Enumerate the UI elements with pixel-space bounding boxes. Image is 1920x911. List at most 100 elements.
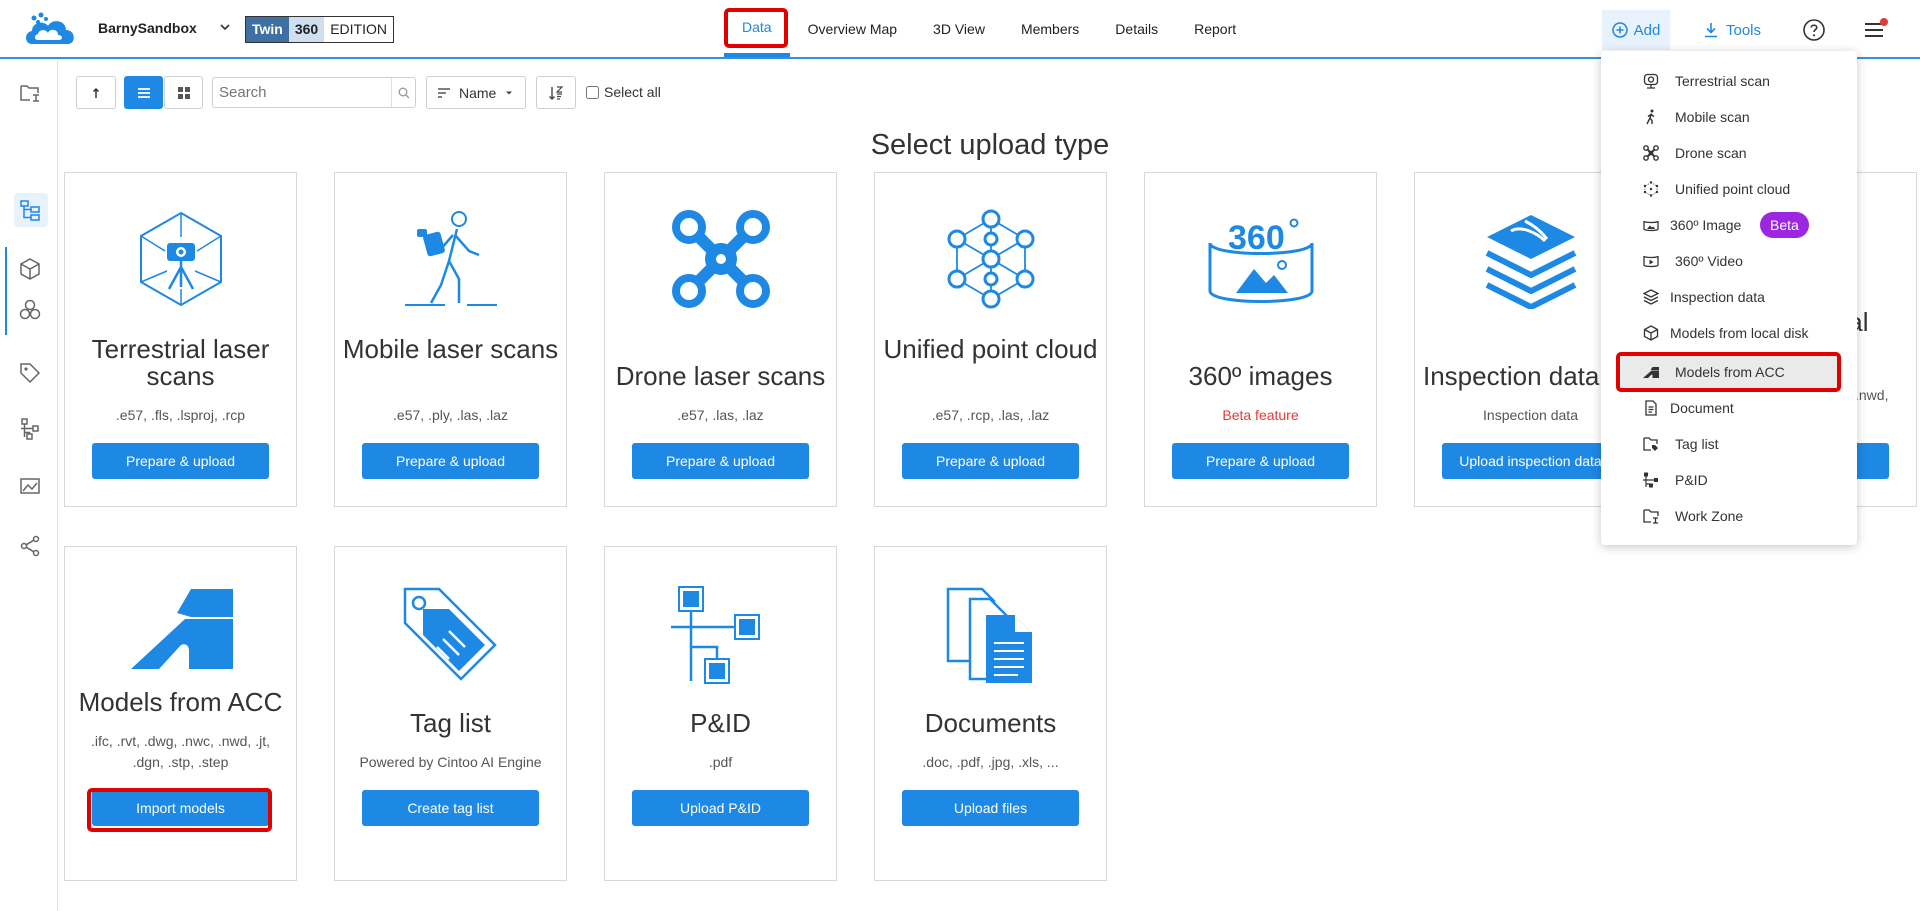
menu-item-pid[interactable]: P&ID [1601, 463, 1857, 497]
menu-item-terrestrial-scan[interactable]: Terrestrial scan [1601, 64, 1857, 98]
tab-report[interactable]: Report [1176, 0, 1254, 57]
select-all[interactable]: Select all [586, 84, 661, 100]
card-terrestrial: Terrestrial laser scans .e57, .fls, .lsp… [64, 172, 297, 507]
tab-members[interactable]: Members [1003, 0, 1097, 57]
sort-order-button[interactable] [536, 76, 576, 109]
tab-3d-view[interactable]: 3D View [915, 0, 1003, 57]
menu-item-drone-scan[interactable]: Drone scan [1601, 136, 1857, 170]
menu-item-360-video[interactable]: 360º Video [1601, 244, 1857, 278]
card-subtitle: Powered by Cintoo AI Engine [359, 754, 542, 770]
unified-point-cloud-icon [1643, 181, 1659, 197]
card-subtitle: .doc, .pdf, .jpg, .xls, ... [922, 754, 1059, 770]
card-360: 360 360º images Beta feature Prepare & u… [1144, 172, 1377, 507]
card-subtitle: .nwd, [1855, 387, 1889, 403]
card-subtitle: .ifc, .rvt, .dwg, .nwc, .nwd, .jt, .dgn,… [91, 733, 270, 770]
pid-diagram-icon[interactable] [18, 417, 42, 441]
image-360-icon [1643, 220, 1659, 232]
menu-item-document[interactable]: Document [1601, 391, 1857, 425]
card-subtitle: .e57, .las, .laz [677, 407, 764, 423]
folder-tree-icon[interactable] [18, 81, 42, 105]
cube-icon[interactable] [18, 257, 42, 281]
tab-overview-map[interactable]: Overview Map [790, 0, 915, 57]
prepare-upload-button[interactable]: Prepare & upload [92, 443, 269, 479]
prepare-upload-button[interactable]: Prepare & upload [1172, 443, 1349, 479]
sort-lines-icon [438, 87, 450, 98]
menu-item-label: 360º Video [1675, 253, 1743, 269]
menu-item-label: Tag list [1675, 436, 1719, 452]
card-subtitle: .e57, .rcp, .las, .laz [931, 407, 1050, 423]
sort-select[interactable]: Name [426, 76, 526, 109]
edition-number: 360 [288, 17, 325, 42]
menu-item-label: Terrestrial scan [1675, 73, 1770, 89]
prepare-upload-button[interactable]: Prepare & upload [362, 443, 539, 479]
inspection-data-icon [1643, 289, 1659, 305]
plus-circle-icon [1611, 22, 1628, 38]
inspection-layers-icon [1485, 215, 1576, 309]
help-icon[interactable] [1802, 18, 1826, 42]
card-title: Mobile laser scans [342, 334, 559, 364]
menu-item-tag-list[interactable]: Tag list [1601, 427, 1857, 461]
terrestrial-scanner-icon [139, 211, 222, 307]
tag-icon[interactable] [18, 361, 42, 385]
video-360-icon [1643, 255, 1659, 268]
menu-item-label: Models from local disk [1670, 325, 1809, 341]
search-input[interactable] [213, 78, 393, 107]
caret-down-icon [506, 91, 513, 94]
menu-item-label: Work Zone [1675, 508, 1744, 524]
work-zone-icon[interactable] [18, 474, 42, 498]
download-icon [1705, 23, 1717, 38]
cintoo-logo-icon[interactable] [22, 10, 78, 48]
chevron-down-icon[interactable] [218, 20, 232, 34]
card-tag-list: Tag list Powered by Cintoo AI Engine Cre… [334, 546, 567, 881]
card-title: Terrestrial laser scans [91, 334, 270, 391]
card-title: 360º images [1188, 361, 1333, 391]
menu-item-mobile-scan[interactable]: Mobile scan [1601, 100, 1857, 134]
drone-icon [671, 210, 770, 308]
menu-item-work-zone[interactable]: Work Zone [1601, 499, 1857, 533]
share-icon[interactable] [18, 534, 42, 558]
select-all-label: Select all [604, 84, 661, 100]
menu-item-inspection-data[interactable]: Inspection data [1601, 280, 1857, 314]
hierarchy-icon[interactable] [18, 198, 42, 222]
card-title: Tag list [410, 708, 491, 738]
documents-icon [946, 587, 1032, 683]
tools-button[interactable]: Tools [1704, 10, 1761, 50]
prepare-upload-button[interactable]: Prepare & upload [902, 443, 1079, 479]
menu-item-unified-point-cloud[interactable]: Unified point cloud [1601, 172, 1857, 206]
beta-badge: Beta [1760, 212, 1809, 238]
sort-label: Name [459, 84, 497, 101]
tab-label: Overview Map [807, 20, 898, 37]
project-name[interactable]: BarnySandbox [98, 20, 197, 36]
search-icon[interactable] [391, 78, 415, 107]
prepare-upload-button[interactable]: Prepare & upload [632, 443, 809, 479]
add-button[interactable]: Add [1602, 10, 1670, 50]
left-sidebar [0, 61, 58, 911]
card-pid: P&ID .pdf Upload P&ID [604, 546, 837, 881]
menu-item-models-local-disk[interactable]: Models from local disk [1601, 316, 1857, 350]
upload-pid-button[interactable]: Upload P&ID [632, 790, 809, 826]
main-nav-tabs: Data Overview Map 3D View Members Detail… [724, 0, 1254, 59]
card-subtitle: .e57, .ply, .las, .laz [393, 407, 508, 423]
list-view-button[interactable] [124, 76, 163, 109]
cubes-icon[interactable] [18, 298, 42, 322]
upload-inspection-button[interactable]: Upload inspection data [1442, 443, 1619, 479]
pid-icon [1643, 472, 1658, 488]
tag-list-icon [403, 587, 497, 681]
tab-data[interactable]: Data [724, 0, 790, 57]
grid-icon [177, 86, 190, 99]
highlight-box [87, 788, 272, 832]
tab-label: 3D View [933, 20, 985, 37]
tab-details[interactable]: Details [1097, 0, 1176, 57]
menu-item-label: Unified point cloud [1675, 181, 1791, 197]
card-subtitle: .pdf [708, 754, 733, 770]
menu-item-label: Mobile scan [1675, 109, 1750, 125]
create-tag-list-button[interactable]: Create tag list [362, 790, 539, 826]
menu-item-360-image[interactable]: 360º Image Beta [1601, 208, 1857, 242]
upload-files-button[interactable]: Upload files [902, 790, 1079, 826]
sort-order-icon [549, 85, 564, 100]
highlight-box [1616, 352, 1841, 392]
select-all-checkbox[interactable] [586, 85, 599, 99]
grid-view-button[interactable] [164, 76, 203, 109]
tools-label: Tools [1726, 21, 1762, 39]
upload-toggle-button[interactable] [76, 76, 116, 109]
